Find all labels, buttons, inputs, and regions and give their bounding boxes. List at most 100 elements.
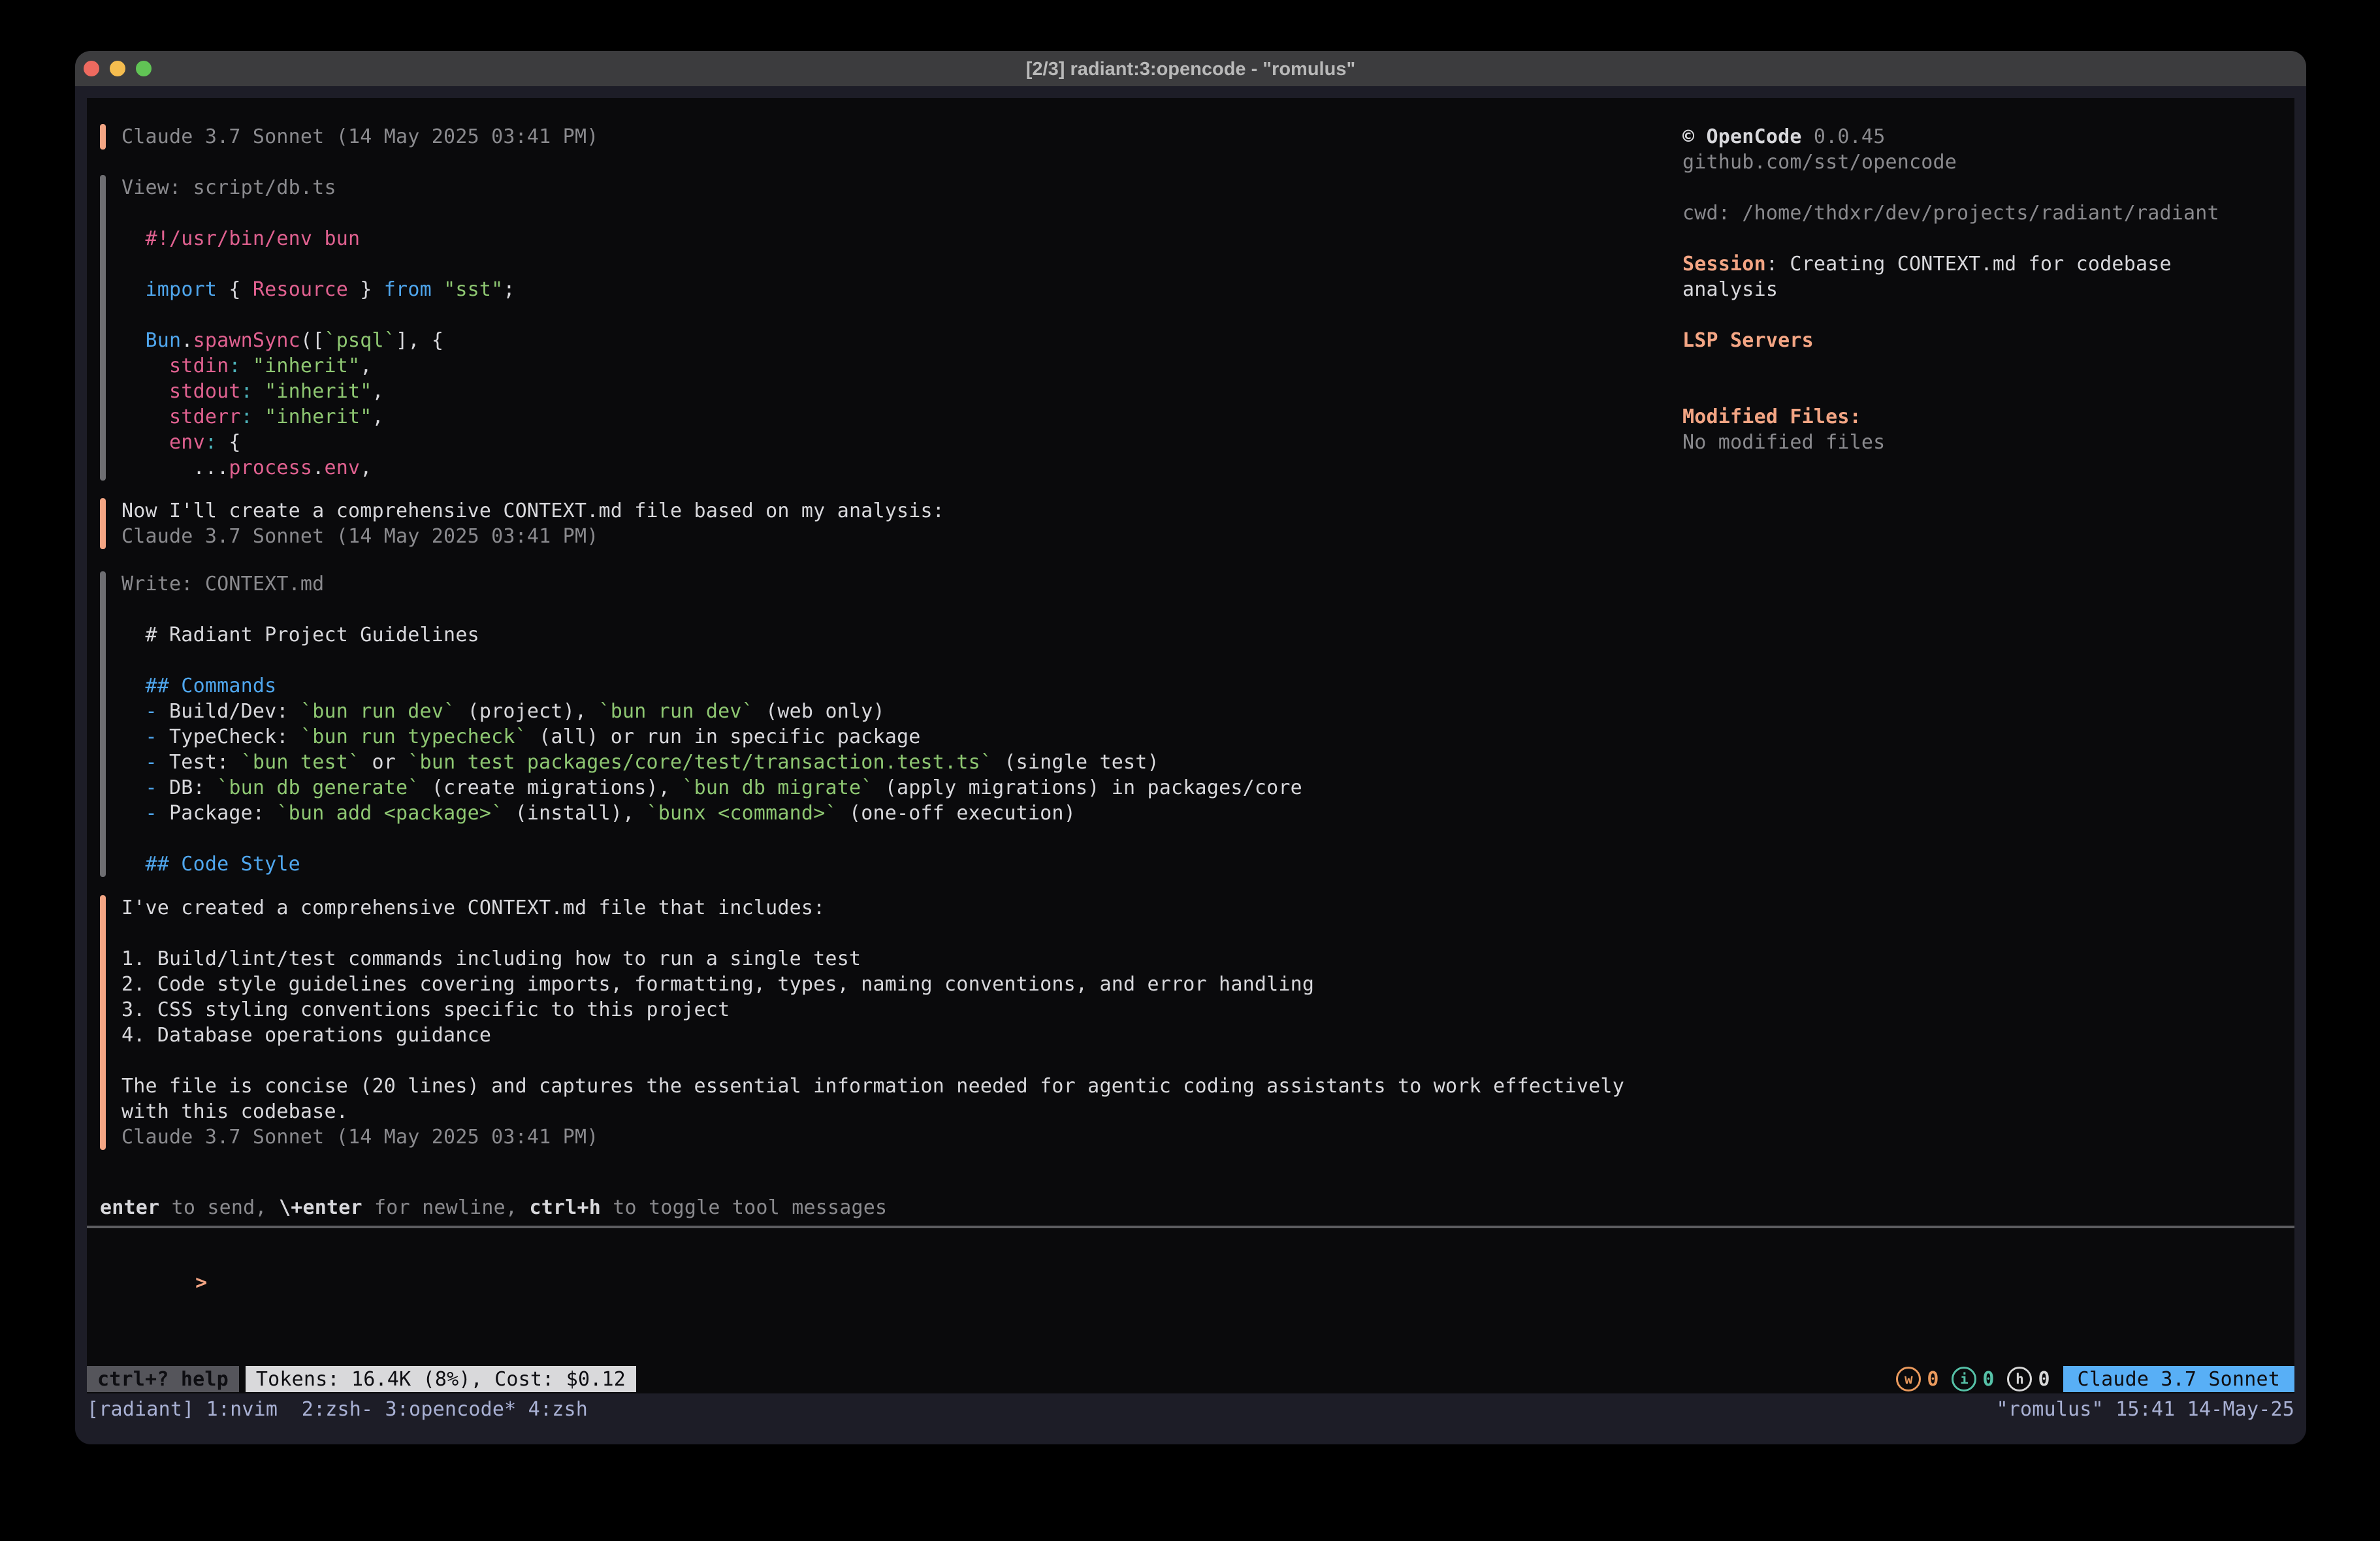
terminal-line bbox=[121, 597, 1302, 622]
h-count-badge: h0 bbox=[2007, 1367, 2050, 1391]
status-right: w0i0h0 Claude 3.7 Sonnet bbox=[1896, 1366, 2294, 1392]
text-segment: © OpenCode bbox=[1682, 125, 1814, 148]
text-segment: analysis bbox=[1682, 278, 1778, 301]
text-segment: : bbox=[229, 355, 253, 377]
window-title: [2/3] radiant:3:opencode - "romulus" bbox=[75, 51, 2306, 86]
sidebar-line: Session: Creating CONTEXT.md for codebas… bbox=[1682, 251, 2172, 277]
text-segment: from bbox=[384, 278, 432, 301]
terminal-line: with this codebase. bbox=[121, 1099, 1624, 1124]
text-segment bbox=[121, 278, 146, 301]
text-segment: #!/usr/bin/env bun bbox=[121, 227, 360, 250]
terminal-line: stdin: "inherit", bbox=[121, 353, 515, 379]
badge-count: 0 bbox=[1982, 1368, 1994, 1391]
i-circle-icon: i bbox=[1952, 1367, 1976, 1391]
keybind-hints: enter to send, \+enter for newline, ctrl… bbox=[100, 1195, 887, 1220]
sidebar-line: © OpenCode 0.0.45 bbox=[1682, 124, 1885, 150]
text-segment: Claude 3.7 Sonnet (14 May 2025 03:41 PM) bbox=[121, 1126, 598, 1149]
text-segment: import bbox=[146, 278, 217, 301]
terminal-line: import { Resource } from "sst"; bbox=[121, 277, 515, 302]
text-segment: , bbox=[360, 456, 372, 479]
prompt-input[interactable]: > bbox=[100, 1245, 207, 1270]
message-block: Now I'll create a comprehensive CONTEXT.… bbox=[100, 498, 944, 549]
text-segment: - bbox=[121, 725, 169, 748]
sidebar-line: Modified Files: bbox=[1682, 404, 1861, 430]
text-segment: `bun run dev` bbox=[598, 700, 753, 723]
text-segment: process bbox=[229, 456, 312, 479]
text-segment: (single test) bbox=[992, 751, 1159, 774]
sidebar-line: No modified files bbox=[1682, 430, 1885, 455]
sidebar-line: LSP Servers bbox=[1682, 328, 1814, 353]
text-segment: stdout bbox=[169, 380, 241, 403]
text-segment: `bun db migrate` bbox=[682, 776, 873, 799]
text-segment: `bun test` bbox=[241, 751, 361, 774]
text-segment: ## Code Style bbox=[121, 853, 300, 876]
terminal-line: stderr: "inherit", bbox=[121, 404, 515, 430]
tmux-statusbar: [radiant] 1:nvim 2:zsh- 3:opencode* 4:zs… bbox=[87, 1396, 2294, 1422]
terminal-line bbox=[121, 648, 1302, 673]
terminal-line: - DB: `bun db generate` (create migratio… bbox=[121, 775, 1302, 801]
text-segment: (project), bbox=[455, 700, 598, 723]
text-segment: (all) or run in specific package bbox=[527, 725, 921, 748]
text-segment: stdin bbox=[169, 355, 229, 377]
terminal-line: View: script/db.ts bbox=[121, 175, 515, 200]
text-segment: `bun add <package>` bbox=[276, 802, 503, 825]
terminal-line bbox=[121, 200, 515, 226]
sidebar-line: github.com/sst/opencode bbox=[1682, 150, 1957, 175]
text-segment: spawnSync bbox=[193, 329, 300, 352]
count-badges: w0i0h0 bbox=[1896, 1367, 2050, 1391]
text-segment: to toggle tool messages bbox=[601, 1196, 887, 1219]
message-accent-bar bbox=[100, 895, 106, 1150]
text-segment: stderr bbox=[169, 405, 241, 428]
text-segment: # Radiant Project Guidelines bbox=[121, 624, 479, 646]
text-segment: 4. Database operations guidance bbox=[121, 1024, 491, 1047]
message-block: Claude 3.7 Sonnet (14 May 2025 03:41 PM) bbox=[100, 124, 598, 150]
text-segment: No modified files bbox=[1682, 431, 1885, 454]
text-segment: "sst" bbox=[443, 278, 503, 301]
message-content: View: script/db.ts #!/usr/bin/env bun im… bbox=[121, 175, 515, 481]
terminal-line: I've created a comprehensive CONTEXT.md … bbox=[121, 895, 1624, 921]
text-segment: github.com/sst/opencode bbox=[1682, 151, 1957, 174]
text-segment: or bbox=[360, 751, 408, 774]
text-segment: ctrl+h bbox=[529, 1196, 601, 1219]
titlebar: [2/3] radiant:3:opencode - "romulus" bbox=[75, 51, 2306, 86]
text-segment: 1. Build/lint/test commands including ho… bbox=[121, 947, 861, 970]
text-segment: The file is concise (20 lines) and captu… bbox=[121, 1075, 1624, 1098]
terminal-line: - TypeCheck: `bun run typecheck` (all) o… bbox=[121, 724, 1302, 750]
text-segment: ; bbox=[503, 278, 515, 301]
text-segment: (web only) bbox=[754, 700, 885, 723]
i-count-badge: i0 bbox=[1952, 1367, 1994, 1391]
text-segment: "inherit" bbox=[265, 380, 372, 403]
text-segment: `bun db generate` bbox=[217, 776, 419, 799]
message-block: I've created a comprehensive CONTEXT.md … bbox=[100, 895, 1624, 1150]
text-segment: 3. CSS styling conventions specific to t… bbox=[121, 998, 730, 1021]
text-segment: enter bbox=[100, 1196, 159, 1219]
model-chip[interactable]: Claude 3.7 Sonnet bbox=[2063, 1366, 2294, 1392]
text-segment: 0.0.45 bbox=[1814, 125, 1886, 148]
terminal-line: 4. Database operations guidance bbox=[121, 1023, 1624, 1048]
text-segment: Bun bbox=[146, 329, 182, 352]
message-accent-bar bbox=[100, 124, 106, 150]
text-segment: Claude 3.7 Sonnet (14 May 2025 03:41 PM) bbox=[121, 525, 598, 548]
text-segment: Now I'll create a comprehensive CONTEXT.… bbox=[121, 500, 944, 522]
help-chip[interactable]: ctrl+? help bbox=[87, 1366, 239, 1392]
terminal-line: stdout: "inherit", bbox=[121, 379, 515, 404]
terminal-line: - Build/Dev: `bun run dev` (project), `b… bbox=[121, 699, 1302, 724]
terminal-line bbox=[121, 826, 1302, 851]
text-segment: - bbox=[121, 700, 169, 723]
terminal-line: 1. Build/lint/test commands including ho… bbox=[121, 946, 1624, 972]
text-segment: TypeCheck: bbox=[169, 725, 300, 748]
text-segment: - bbox=[121, 776, 169, 799]
text-segment: `bun run dev` bbox=[300, 700, 455, 723]
text-segment: DB: bbox=[169, 776, 217, 799]
terminal-line bbox=[121, 921, 1624, 946]
text-segment: (install), bbox=[503, 802, 646, 825]
tmux-window-list[interactable]: [radiant] 1:nvim 2:zsh- 3:opencode* 4:zs… bbox=[87, 1398, 588, 1421]
text-segment: : bbox=[241, 405, 265, 428]
text-segment: (create migrations), bbox=[420, 776, 683, 799]
status-bar: ctrl+? help Tokens: 16.4K (8%), Cost: $0… bbox=[87, 1366, 2294, 1392]
terminal-line: Now I'll create a comprehensive CONTEXT.… bbox=[121, 498, 944, 524]
status-left: ctrl+? help Tokens: 16.4K (8%), Cost: $0… bbox=[87, 1366, 636, 1392]
terminal-line: ## Commands bbox=[121, 673, 1302, 699]
text-segment bbox=[121, 405, 169, 428]
text-segment: (one-off execution) bbox=[837, 802, 1076, 825]
